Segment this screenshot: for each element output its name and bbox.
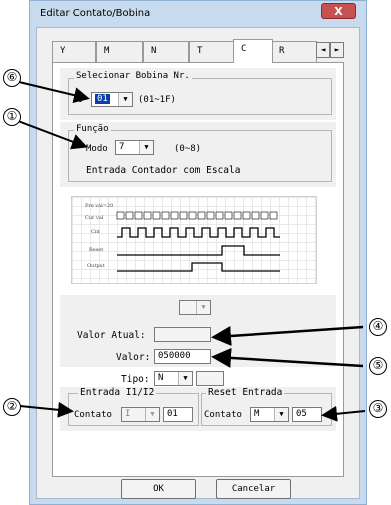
input-group-legend: Entrada I1/I2: [78, 387, 157, 398]
close-button[interactable]: X: [321, 3, 356, 19]
tab-m[interactable]: M: [96, 41, 143, 62]
callout-6: ⑥: [3, 69, 21, 87]
chevron-down-icon: ▼: [274, 408, 288, 421]
chevron-down-icon: ▼: [118, 93, 132, 106]
callout-2: ②: [3, 398, 21, 416]
mode-value: 7: [119, 142, 125, 152]
output-wave: [117, 262, 280, 272]
reset-type-select[interactable]: M ▼: [250, 407, 289, 422]
tab-t[interactable]: T: [189, 41, 235, 62]
reset-type-value: M: [254, 409, 260, 419]
coil-select-legend: Selecionar Bobina Nr.: [74, 71, 192, 81]
tab-prev-button[interactable]: ◄: [316, 42, 330, 58]
chevron-down-icon: ▼: [139, 141, 153, 154]
window-title: Editar Contato/Bobina: [40, 8, 151, 19]
value-field[interactable]: 050000: [154, 349, 211, 364]
reset-wave: [117, 245, 280, 256]
type-select[interactable]: N ▼: [154, 371, 193, 386]
coil-prefix-label: C: [77, 95, 83, 105]
coil-number-value: 01: [95, 94, 110, 104]
tab-n[interactable]: N: [143, 41, 189, 62]
mode-select[interactable]: 7 ▼: [115, 140, 154, 155]
timing-waveforms: [116, 211, 280, 272]
value-label: Valor:: [116, 352, 151, 363]
mode-label: Modo: [86, 144, 108, 154]
type-extra-field: [196, 371, 224, 386]
input-type-select[interactable]: I ▼: [121, 407, 160, 422]
tab-r[interactable]: R: [271, 41, 317, 62]
reset-number-field[interactable]: 05: [292, 407, 322, 422]
tab-next-button[interactable]: ►: [330, 42, 344, 58]
function-description: Entrada Contador com Escala: [86, 165, 241, 176]
chevron-down-icon: ▼: [178, 372, 192, 385]
cnt-wave: [117, 227, 280, 238]
callout-3: ③: [369, 400, 387, 418]
value-source-select[interactable]: ▼: [179, 300, 211, 315]
timing-diagram: Pre val=20 Cur val Cnt Reset Output: [71, 196, 317, 284]
input-contact-label: Contato: [74, 410, 112, 420]
chevron-down-icon: ▼: [145, 408, 159, 421]
callout-1: ①: [3, 108, 21, 126]
curval-boxes: [116, 211, 278, 220]
callout-4: ④: [369, 318, 387, 336]
ok-button[interactable]: OK: [121, 479, 196, 499]
input-type-value: I: [125, 409, 131, 419]
type-value: N: [158, 373, 164, 383]
chevron-down-icon: ▼: [196, 301, 210, 314]
tab-c[interactable]: C: [233, 39, 273, 63]
coil-range-label: (01~1F): [138, 95, 176, 105]
cancel-button[interactable]: Cancelar: [216, 479, 291, 499]
input-number-field[interactable]: 01: [163, 407, 193, 422]
function-legend: Função: [74, 124, 111, 134]
reset-group-legend: Reset Entrada: [206, 387, 285, 398]
coil-number-select[interactable]: 01 ▼: [91, 92, 133, 107]
current-value-field: [154, 327, 211, 342]
type-label: Tipo:: [121, 374, 150, 385]
callout-5: ⑤: [369, 357, 387, 375]
tab-y[interactable]: Y: [52, 41, 96, 62]
mode-range-label: (0~8): [174, 144, 202, 154]
reset-contact-label: Contato: [204, 410, 242, 420]
current-value-label: Valor Atual:: [77, 330, 146, 341]
